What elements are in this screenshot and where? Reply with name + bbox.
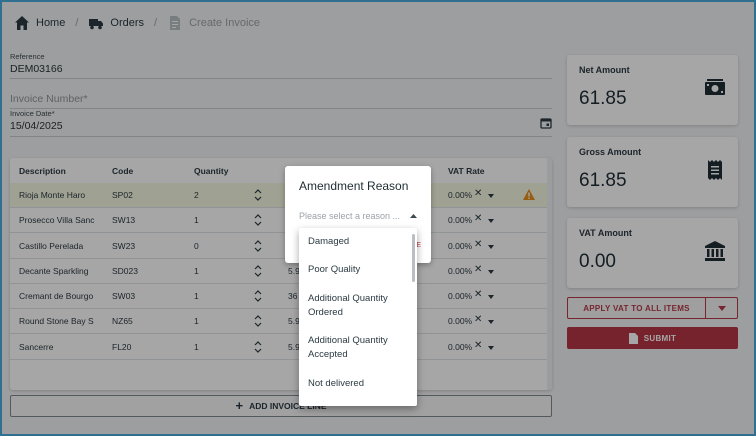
reason-option-damaged[interactable]: Damaged — [308, 235, 408, 249]
reason-dropdown-menu: Damaged Poor Quality Additional Quantity… — [299, 228, 417, 406]
dropdown-scrollbar[interactable] — [412, 234, 415, 282]
dialog-title: Amendment Reason — [299, 179, 409, 193]
reason-option-additional-quantity-ordered[interactable]: Additional Quantity Ordered — [308, 292, 408, 320]
app-frame: Home / Orders / Create Invoice Reference… — [0, 0, 756, 436]
reason-select[interactable]: Please select a reason ... — [299, 211, 417, 221]
reason-option-poor-quality[interactable]: Poor Quality — [308, 263, 408, 277]
chevron-up-icon — [410, 214, 417, 218]
dialog-action-fragment[interactable]: E — [416, 242, 421, 249]
reason-select-placeholder: Please select a reason ... — [299, 211, 401, 221]
reason-option-not-delivered[interactable]: Not delivered — [308, 377, 408, 391]
reason-option-additional-quantity-accepted[interactable]: Additional Quantity Accepted — [308, 334, 408, 362]
